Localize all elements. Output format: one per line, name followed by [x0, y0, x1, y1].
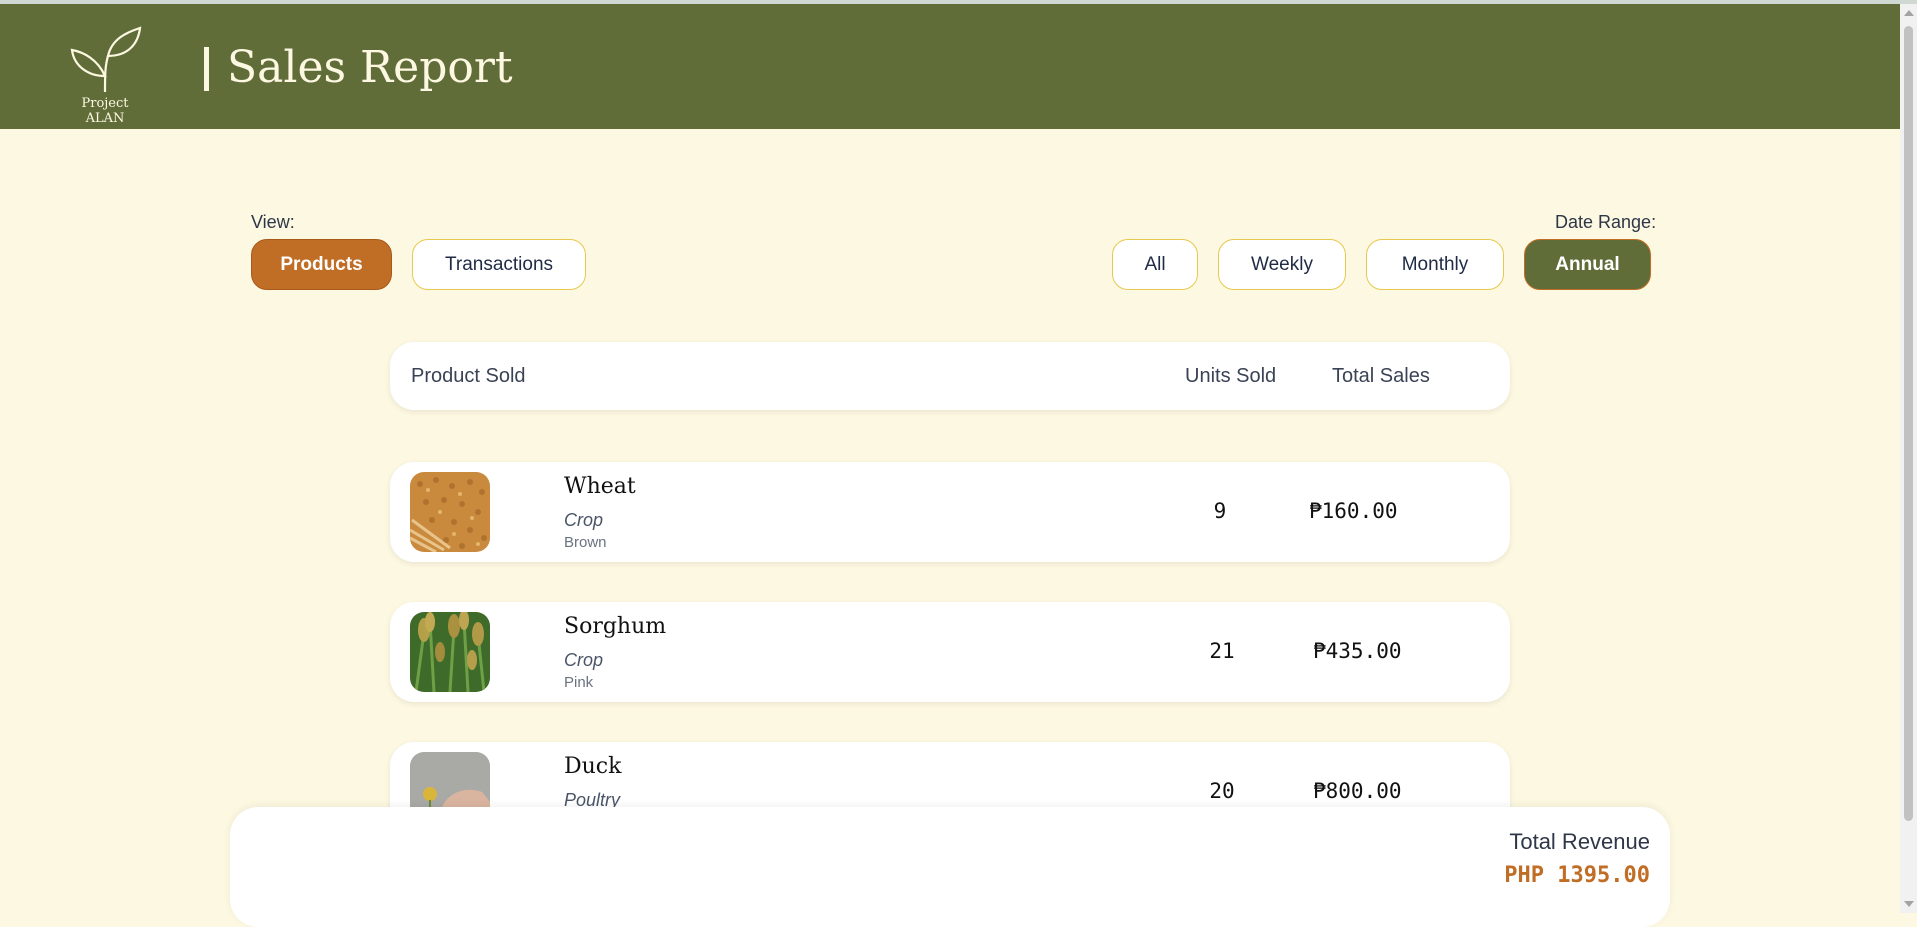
- view-transactions-button[interactable]: Transactions: [412, 239, 586, 290]
- app-header: Project ALAN Sales Report: [0, 4, 1900, 129]
- total-sales: ₱160.00: [1309, 499, 1398, 523]
- product-name: Duck: [564, 754, 622, 779]
- logo[interactable]: Project ALAN: [62, 26, 148, 126]
- scroll-down-arrow-icon[interactable]: [1904, 901, 1914, 907]
- units-sold: 21: [1209, 639, 1235, 663]
- product-variety: Brown: [564, 534, 607, 551]
- table-header: Product Sold Units Sold Total Sales: [390, 342, 1510, 410]
- page-title: Sales Report: [227, 42, 513, 93]
- range-annual-button[interactable]: Annual: [1524, 239, 1651, 290]
- revenue-panel: Total Revenue PHP 1395.00: [230, 807, 1670, 927]
- total-revenue-label: Total Revenue: [1509, 829, 1650, 854]
- logo-text: Project ALAN: [81, 96, 129, 126]
- total-sales: ₱800.00: [1313, 779, 1402, 803]
- product-list[interactable]: Wheat Crop Brown 9 ₱160.00 Sorghum Crop …: [0, 440, 1900, 808]
- product-category: Crop: [564, 650, 604, 670]
- product-name: Wheat: [564, 474, 636, 499]
- column-header-sales: Total Sales: [1332, 365, 1430, 387]
- view-products-button[interactable]: Products: [251, 239, 392, 290]
- product-category: Crop: [564, 510, 604, 530]
- units-sold: 20: [1209, 779, 1235, 803]
- scroll-up-arrow-icon[interactable]: [1904, 10, 1914, 16]
- vertical-scrollbar[interactable]: [1900, 4, 1917, 913]
- view-label: View:: [251, 212, 295, 232]
- table-row[interactable]: Sorghum Crop Pink 21 ₱435.00: [390, 602, 1510, 702]
- range-all-button[interactable]: All: [1112, 239, 1198, 290]
- column-header-units: Units Sold: [1185, 365, 1277, 387]
- column-header-product: Product Sold: [411, 365, 526, 387]
- date-range-label: Date Range:: [1555, 212, 1657, 232]
- sorghum-image: [410, 612, 490, 692]
- range-monthly-button[interactable]: Monthly: [1366, 239, 1504, 290]
- range-weekly-button[interactable]: Weekly: [1218, 239, 1346, 290]
- duck-image: [410, 752, 490, 808]
- scrollbar-thumb[interactable]: [1904, 26, 1913, 821]
- product-variety: Pink: [564, 674, 594, 691]
- product-name: Sorghum: [564, 614, 667, 639]
- table-row[interactable]: Wheat Crop Brown 9 ₱160.00: [390, 462, 1510, 562]
- table-row[interactable]: Duck Poultry 20 ₱800.00: [390, 742, 1510, 808]
- title-divider: [204, 47, 209, 91]
- sprout-icon: [70, 26, 142, 93]
- product-category: Poultry: [564, 790, 621, 808]
- units-sold: 9: [1213, 499, 1227, 523]
- total-revenue-value: PHP 1395.00: [1504, 863, 1650, 888]
- wheat-image: [410, 472, 490, 552]
- total-sales: ₱435.00: [1313, 639, 1402, 663]
